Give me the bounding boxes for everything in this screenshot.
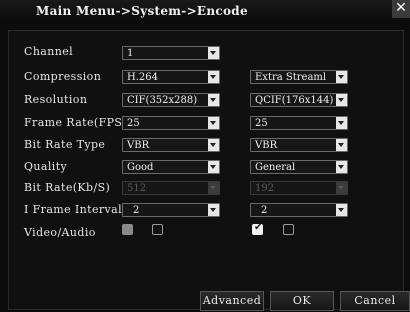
chevron-down-icon [336,161,347,173]
quality-extra-value: General [255,162,296,173]
bit-rate-type-extra-select[interactable]: VBR [250,138,348,152]
i-frame-extra-value: 2 [261,205,268,216]
chevron-down-icon [208,117,219,129]
bit-rate-main-select: 512 [122,181,220,195]
frame-rate-main-select[interactable]: 25 [122,116,220,130]
title-bar: Main Menu->System->Encode ✕ [0,0,410,24]
chevron-down-icon [208,139,219,151]
channel-label: Channel [24,45,74,58]
chevron-down-icon [208,71,219,83]
chevron-down-icon [336,71,347,83]
resolution-extra-select[interactable]: QCIF(176x144) [250,93,348,107]
bit-rate-type-main-select[interactable]: VBR [122,138,220,152]
quality-main-value: Good [127,162,154,173]
chevron-down-icon [336,204,347,216]
cancel-button[interactable]: Cancel [340,291,410,311]
channel-select[interactable]: 1 [122,46,220,60]
compression-main-value: H.264 [127,72,158,83]
chevron-down-icon [208,94,219,106]
chevron-down-icon [336,117,347,129]
chevron-down-icon [336,139,347,151]
bit-rate-main-value: 512 [127,183,147,194]
chevron-down-icon [208,47,219,59]
extra-audio-checkbox[interactable] [283,224,294,235]
resolution-label: Resolution [24,93,88,106]
advanced-button[interactable]: Advanced [200,291,264,311]
bit-rate-type-extra-value: VBR [255,140,278,151]
quality-extra-select[interactable]: General [250,160,348,174]
i-frame-extra-select[interactable]: 2 [250,203,348,217]
frame-rate-extra-value: 25 [255,118,268,129]
resolution-main-value: CIF(352x288) [127,95,198,106]
frame-rate-main-value: 25 [127,118,140,129]
chevron-down-icon [336,94,347,106]
bit-rate-label: Bit Rate(Kb/S) [24,181,111,194]
chevron-down-icon [336,182,347,194]
bit-rate-type-main-value: VBR [127,140,150,151]
compression-extra-select[interactable]: Extra Streaml [250,70,348,84]
window-title: Main Menu->System->Encode [36,4,248,18]
ok-button[interactable]: OK [270,291,334,311]
check-icon: ✔ [254,222,263,233]
chevron-down-icon [208,161,219,173]
video-audio-label: Video/Audio [24,226,96,239]
close-icon[interactable]: ✕ [392,0,410,18]
resolution-extra-value: QCIF(176x144) [255,95,334,106]
i-frame-main-select[interactable]: 2 [122,203,220,217]
resolution-main-select[interactable]: CIF(352x288) [122,93,220,107]
quality-label: Quality [24,160,68,173]
bit-rate-extra-value: 192 [255,183,275,194]
chevron-down-icon [208,182,219,194]
i-frame-main-value: 2 [133,205,140,216]
compression-extra-value: Extra Streaml [255,72,327,83]
bit-rate-type-label: Bit Rate Type [24,138,106,151]
channel-value: 1 [127,48,134,59]
main-video-checkbox[interactable] [122,224,133,235]
extra-video-checkbox[interactable]: ✔ [252,222,263,235]
bit-rate-extra-select: 192 [250,181,348,195]
chevron-down-icon [208,204,219,216]
quality-main-select[interactable]: Good [122,160,220,174]
compression-main-select[interactable]: H.264 [122,70,220,84]
frame-rate-label: Frame Rate(FPS) [24,116,128,129]
compression-label: Compression [24,70,102,83]
i-frame-interval-label: I Frame Interval [24,203,123,216]
frame-rate-extra-select[interactable]: 25 [250,116,348,130]
encode-dialog: Main Menu->System->Encode ✕ Channel 1 Co… [0,0,410,312]
main-audio-checkbox[interactable] [152,224,163,235]
